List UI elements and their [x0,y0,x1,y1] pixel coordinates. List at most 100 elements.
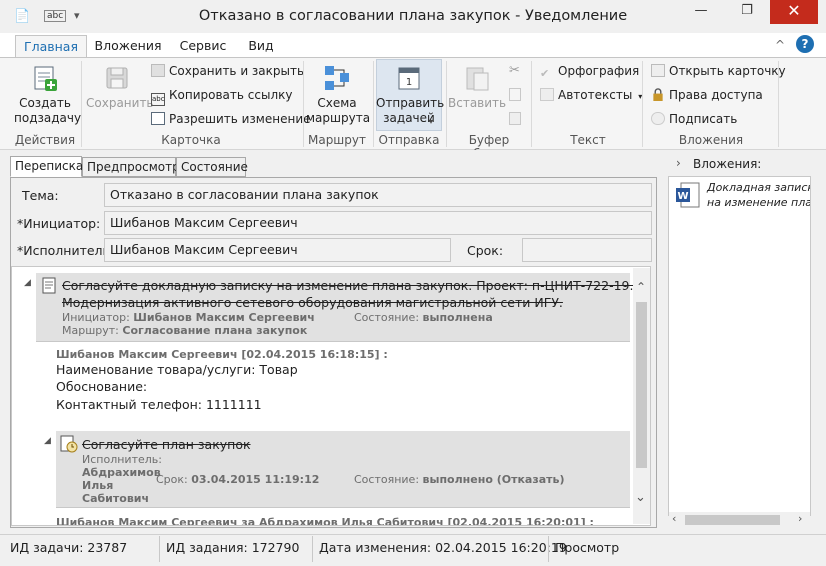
copy-icon[interactable] [509,88,521,101]
group-separator [303,61,304,147]
message-line: Обоснование: [56,379,148,394]
topic-field[interactable]: Отказано в согласовании плана закупок [104,183,652,207]
route-scheme-button[interactable]: Схема маршрута [306,63,371,126]
message-header: Шибанов Максим Сергеевич за Абдрахимов И… [56,516,594,526]
state-value: выполнено (Отказать) [422,473,565,486]
collapse-triangle-icon[interactable]: ◢ [44,436,51,446]
initiator-field[interactable]: Шибанов Максим Сергеевич [104,211,652,235]
open-card-button[interactable]: Открыть карточку [651,62,786,80]
attachment-name-line[interactable]: Докладная записка [707,181,810,194]
message-line: Наименование товара/услуги: Товар [56,362,298,377]
spelling-button[interactable]: ✔ Орфография [540,62,639,80]
initiator-caption: Инициатор: [62,311,130,324]
executor-name-line: Сабитович [82,492,150,505]
task-state: Состояние: выполнена [354,311,493,324]
message-header: Шибанов Максим Сергеевич [02.04.2015 16:… [56,348,388,361]
minimize-button[interactable]: — [678,0,724,24]
modified-date-status: Дата изменения: 02.04.2015 16:20:19 [319,540,567,555]
task-icon [42,277,56,294]
sidebar-h-scrollbar[interactable]: ‹ › [669,512,810,528]
access-rights-button[interactable]: Права доступа [651,86,763,104]
allow-change-label: Разрешить изменение [169,112,311,126]
tab-attachments[interactable]: Вложения [93,35,163,58]
save-label: Сохранить [86,96,154,110]
create-subtask-icon [34,66,57,91]
format-painter-icon[interactable] [509,112,521,125]
tab-service[interactable]: Сервис [173,35,233,58]
feed-scrollbar[interactable]: ⌃ ⌄ [633,268,650,524]
cut-icon[interactable]: ✂ [509,63,520,78]
allow-change-button[interactable]: Разрешить изменение [151,110,311,128]
assignment-id-status: ИД задания: 172790 [166,540,300,555]
group-separator [531,61,532,147]
collapse-triangle-icon[interactable]: ◢ [24,278,31,288]
edit-icon [151,112,165,125]
close-button[interactable]: ✕ [770,0,818,24]
route-caption: Маршрут: [62,324,119,337]
abc-link-icon: abc [151,93,165,106]
scroll-down-icon[interactable]: ⌄ [635,490,646,505]
restore-button[interactable]: ❐ [724,0,770,24]
paste-button[interactable]: Вставить [448,63,506,111]
scroll-up-icon[interactable]: ⌃ [636,280,646,294]
scrollbar-thumb[interactable] [636,302,647,468]
correspondence-feed: ◢ Согласуйте докладную записку на измене… [11,266,651,526]
tab-correspondence[interactable]: Переписка [10,156,83,177]
scrollbar-thumb[interactable] [685,515,780,525]
card-icon [651,64,665,77]
sign-button[interactable]: Подписать [651,110,737,128]
help-icon[interactable]: ? [796,35,814,53]
access-rights-label: Права доступа [669,88,763,102]
topic-label: Тема: [22,188,59,203]
scroll-right-icon[interactable]: › [798,512,802,525]
attachment-name-line[interactable]: на изменение план [707,196,810,209]
status-separator [548,536,549,562]
executor-field[interactable]: Шибанов Максим Сергеевич [104,238,451,262]
save-icon [106,67,128,89]
save-button[interactable]: Сохранить [86,63,154,111]
chevron-right-icon[interactable]: › [676,156,681,170]
divider [56,507,630,508]
status-separator [159,536,160,562]
attachments-list: W Докладная записка на изменение план [668,176,811,516]
collapse-ribbon-icon[interactable]: ^ [775,38,785,52]
create-subtask-button[interactable]: Создать подзадачу [14,63,81,126]
route-scheme-icon [325,66,349,90]
spelling-check-icon: ✔ [540,67,550,80]
autotext-icon [540,88,554,101]
autotexts-label: Автотексты [558,88,633,102]
tab-state[interactable]: Состояние [176,157,248,177]
tab-preview[interactable]: Предпросмотр [82,157,180,177]
lock-icon [653,88,663,101]
deadline-field[interactable] [522,238,652,262]
save-close-label: Сохранить и закрыть [169,64,305,78]
task-initiator: Инициатор: Шибанов Максим Сергеевич [62,311,315,324]
subtask-clock-icon [60,435,78,453]
dropdown-arrow-icon[interactable]: ▾ [429,117,433,126]
initiator-label: *Инициатор: [17,216,101,231]
create-subtask-label: Создать подзадачу [14,96,82,125]
autotexts-button[interactable]: Автотексты ▾ [540,86,642,104]
scroll-left-icon[interactable]: ‹ [672,512,676,525]
subtask-deadline: Срок: 03.04.2015 11:19:12 [156,473,319,486]
tab-view[interactable]: Вид [243,35,279,58]
copy-link-button[interactable]: abc Копировать ссылку [151,86,293,106]
paste-label: Вставить [448,96,507,110]
executor-caption: Исполнитель: [82,453,162,466]
spelling-label: Орфография [558,64,640,78]
save-and-close-button[interactable]: Сохранить и закрыть [151,62,304,80]
open-card-label: Открыть карточку [669,64,786,78]
state-caption: Состояние: [354,311,420,324]
group-label-text: Текст [570,133,606,147]
tab-home[interactable]: Главная [15,35,87,58]
copy-link-label: Копировать ссылку [169,88,293,102]
group-label-attachments: Вложения [678,133,744,147]
route-scheme-label: Схема маршрута [306,96,371,125]
subtask-state: Состояние: выполнено (Отказать) [354,473,565,486]
attachments-panel: › Вложения: W Докладная записка на измен… [666,150,826,534]
group-label-send: Отправка [378,133,440,147]
title-bar: 📄 abc ▾ Отказано в согласовании плана за… [0,0,826,33]
group-separator [642,61,643,147]
task-id-status: ИД задачи: 23787 [10,540,128,555]
initiator-name: Шибанов Максим Сергеевич [133,311,315,324]
